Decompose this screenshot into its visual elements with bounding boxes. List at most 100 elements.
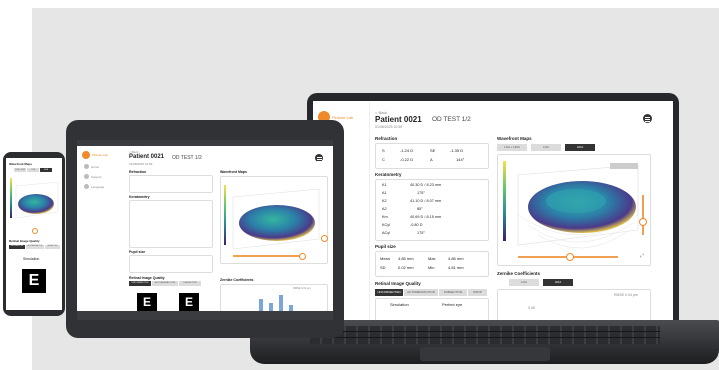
zernike-chart-card: RMSE 0.04 µm bbox=[220, 284, 328, 312]
keratometry-title: Keratometry bbox=[375, 172, 402, 177]
kcyl-value: -0.80 D bbox=[410, 223, 423, 227]
pupil-max-value: 4.86 mm bbox=[448, 256, 464, 261]
keyboard-row-divider bbox=[310, 331, 660, 332]
wavefront-title: Wavefront Maps bbox=[9, 162, 33, 166]
refraction-card: S -1.24 D SE -1.35 D C -0.22 D A 144° bbox=[375, 143, 489, 169]
fullscreen-icon[interactable]: ⤢ bbox=[640, 253, 644, 259]
home-icon[interactable] bbox=[84, 164, 89, 169]
acyl-value: 175° bbox=[417, 231, 425, 235]
laptop-screen: Pinhole Lab < Back Patient 0021 OD TEST … bbox=[313, 101, 673, 323]
tab-loa-hoa[interactable]: LOA + HOA bbox=[14, 168, 26, 172]
tablet-simulation-letter: E bbox=[137, 293, 157, 311]
tab-loa-hoa[interactable]: LOA + HOA bbox=[497, 144, 527, 151]
keratometry-card: K1 40.30 D / 8.23 mm A1 175° K2 41.10 D … bbox=[375, 179, 489, 241]
tab-hoa[interactable]: HOA bbox=[565, 144, 595, 151]
zernike-bar bbox=[259, 299, 263, 311]
tab-loa[interactable]: LOA bbox=[531, 144, 561, 151]
km-label: Km bbox=[382, 215, 388, 219]
tablet-status-bar bbox=[77, 140, 333, 146]
tab-uncorrected[interactable]: UNCORRECTED bbox=[129, 281, 151, 286]
zernike-axis-tick: 0.06 bbox=[528, 306, 535, 310]
tab-subjective[interactable]: SUBJECTIVE bbox=[179, 281, 201, 286]
wavefront-3d-map[interactable] bbox=[8, 174, 60, 232]
refraction-label-s: S bbox=[382, 148, 385, 153]
menu-icon[interactable] bbox=[643, 114, 652, 123]
refraction-label-c: C bbox=[382, 157, 385, 162]
a1-value: 175° bbox=[417, 191, 425, 195]
brand-name: Pinhole Lab bbox=[332, 115, 354, 120]
wavefront-3d-map[interactable] bbox=[221, 177, 327, 263]
tab-autorefraction[interactable]: AUTOREFRACTION bbox=[404, 289, 438, 296]
support-icon[interactable] bbox=[84, 174, 89, 179]
pupil-min-value: 4.81 mm bbox=[448, 265, 464, 270]
patient-title: Patient 0021 bbox=[129, 154, 165, 160]
refraction-card bbox=[129, 175, 213, 193]
pupil-mean-label: Mean bbox=[380, 256, 391, 261]
phone-simulation-letter: E bbox=[22, 269, 46, 293]
pupil-min-label: Min bbox=[428, 265, 435, 270]
a2-label: A2 bbox=[382, 207, 387, 211]
tab-subjective[interactable]: SUBJECTIVE bbox=[45, 245, 60, 249]
wavefront-horizontal-slider-handle[interactable] bbox=[32, 228, 38, 234]
patient-title: Patient 0021 bbox=[375, 115, 422, 124]
patient-eye-test: OD TEST 1/2 bbox=[172, 155, 202, 161]
refraction-label-se: SE bbox=[430, 148, 436, 153]
a1-label: A1 bbox=[382, 191, 387, 195]
refraction-value-a: 144° bbox=[456, 157, 465, 162]
tab-loa[interactable]: LOA bbox=[27, 168, 39, 172]
wavefront-horizontal-slider-handle[interactable] bbox=[299, 253, 306, 260]
pupil-card bbox=[129, 255, 213, 273]
wavefront-vertical-slider-handle[interactable] bbox=[321, 235, 328, 242]
zernike-bar bbox=[269, 303, 273, 311]
keratometry-card bbox=[129, 200, 213, 248]
tab-prop[interactable]: PROP bbox=[468, 289, 487, 296]
tab-hoa[interactable]: HOA bbox=[40, 168, 52, 172]
wavefront-horizontal-slider-handle[interactable] bbox=[566, 253, 574, 261]
brand-logo-icon bbox=[82, 151, 90, 159]
zernike-chart-card: RMSE 0.04 µm 0.06 bbox=[497, 289, 651, 323]
k2-value: 41.10 D / 8.07 mm bbox=[410, 199, 442, 203]
tab-subjective[interactable]: SUBJECTIVE bbox=[439, 289, 467, 296]
wavefront-horizontal-slider[interactable] bbox=[233, 255, 303, 257]
tab-uncorrected[interactable]: UNCORRECTED bbox=[9, 245, 25, 249]
tab-uncorrected[interactable]: UNCORRECTED bbox=[375, 289, 403, 296]
wavefront-vertical-slider-handle[interactable] bbox=[639, 218, 647, 226]
pupil-card: Mean 4.85 mm Max 4.86 mm SD 0.02 mm Min … bbox=[375, 251, 489, 277]
k1-label: K1 bbox=[382, 183, 387, 187]
k1-value: 40.30 D / 8.23 mm bbox=[410, 183, 442, 187]
zernike-rmse: RMSE 0.04 µm bbox=[293, 287, 311, 290]
pupil-sd-label: SD bbox=[380, 265, 386, 270]
laptop-trackpad bbox=[420, 347, 550, 361]
tablet-perfect-eye-letter: E bbox=[179, 293, 199, 311]
tab-zernike-loa[interactable]: LOA bbox=[509, 279, 539, 286]
pupil-title: Pupil size bbox=[375, 244, 396, 249]
nav-language[interactable]: Language bbox=[91, 185, 104, 189]
refraction-value-s: -1.24 D bbox=[400, 148, 414, 153]
tab-autorefraction[interactable]: AUTOREFRACTION bbox=[26, 245, 44, 249]
refraction-label-a: A bbox=[430, 157, 433, 162]
nav-home[interactable]: Home bbox=[91, 165, 99, 169]
patient-date: 01/08/2025 10:59 bbox=[375, 125, 403, 129]
simulation-label: Simulation bbox=[390, 302, 409, 307]
tab-autorefraction[interactable]: AUTOREFRACTION bbox=[152, 281, 178, 286]
acyl-label: ACyl bbox=[382, 231, 391, 235]
k2-label: K2 bbox=[382, 199, 387, 203]
wavefront-3d-map[interactable] bbox=[498, 155, 650, 265]
language-icon[interactable] bbox=[84, 184, 89, 189]
menu-icon[interactable] bbox=[315, 154, 323, 162]
zernike-title: Zernike Coefficients bbox=[497, 271, 541, 276]
perfect-eye-label: Perfect eye bbox=[442, 302, 463, 307]
tablet-navigation-bar bbox=[77, 311, 333, 320]
wavefront-map-card: ⤢ bbox=[497, 154, 651, 266]
phone-screen: Wavefront Maps LOA + HOA LOA HOA Retinal… bbox=[6, 158, 62, 310]
refraction-title: Refraction bbox=[375, 136, 398, 141]
nav-support[interactable]: Support bbox=[91, 175, 102, 179]
tablet-screen: Pinhole Lab Home Support Language < Back… bbox=[77, 140, 333, 320]
zernike-rmse: RMSE 0.04 µm bbox=[614, 293, 638, 297]
pupil-sd-value: 0.02 mm bbox=[398, 265, 414, 270]
wavefront-map-card bbox=[220, 176, 328, 264]
retinal-title: Retinal Image Quality bbox=[9, 239, 40, 243]
wavefront-vertical-slider[interactable] bbox=[642, 195, 644, 235]
patient-date: 01/08/2025 10:59 bbox=[129, 162, 153, 166]
tab-zernike-hoa[interactable]: HOA bbox=[543, 279, 573, 286]
